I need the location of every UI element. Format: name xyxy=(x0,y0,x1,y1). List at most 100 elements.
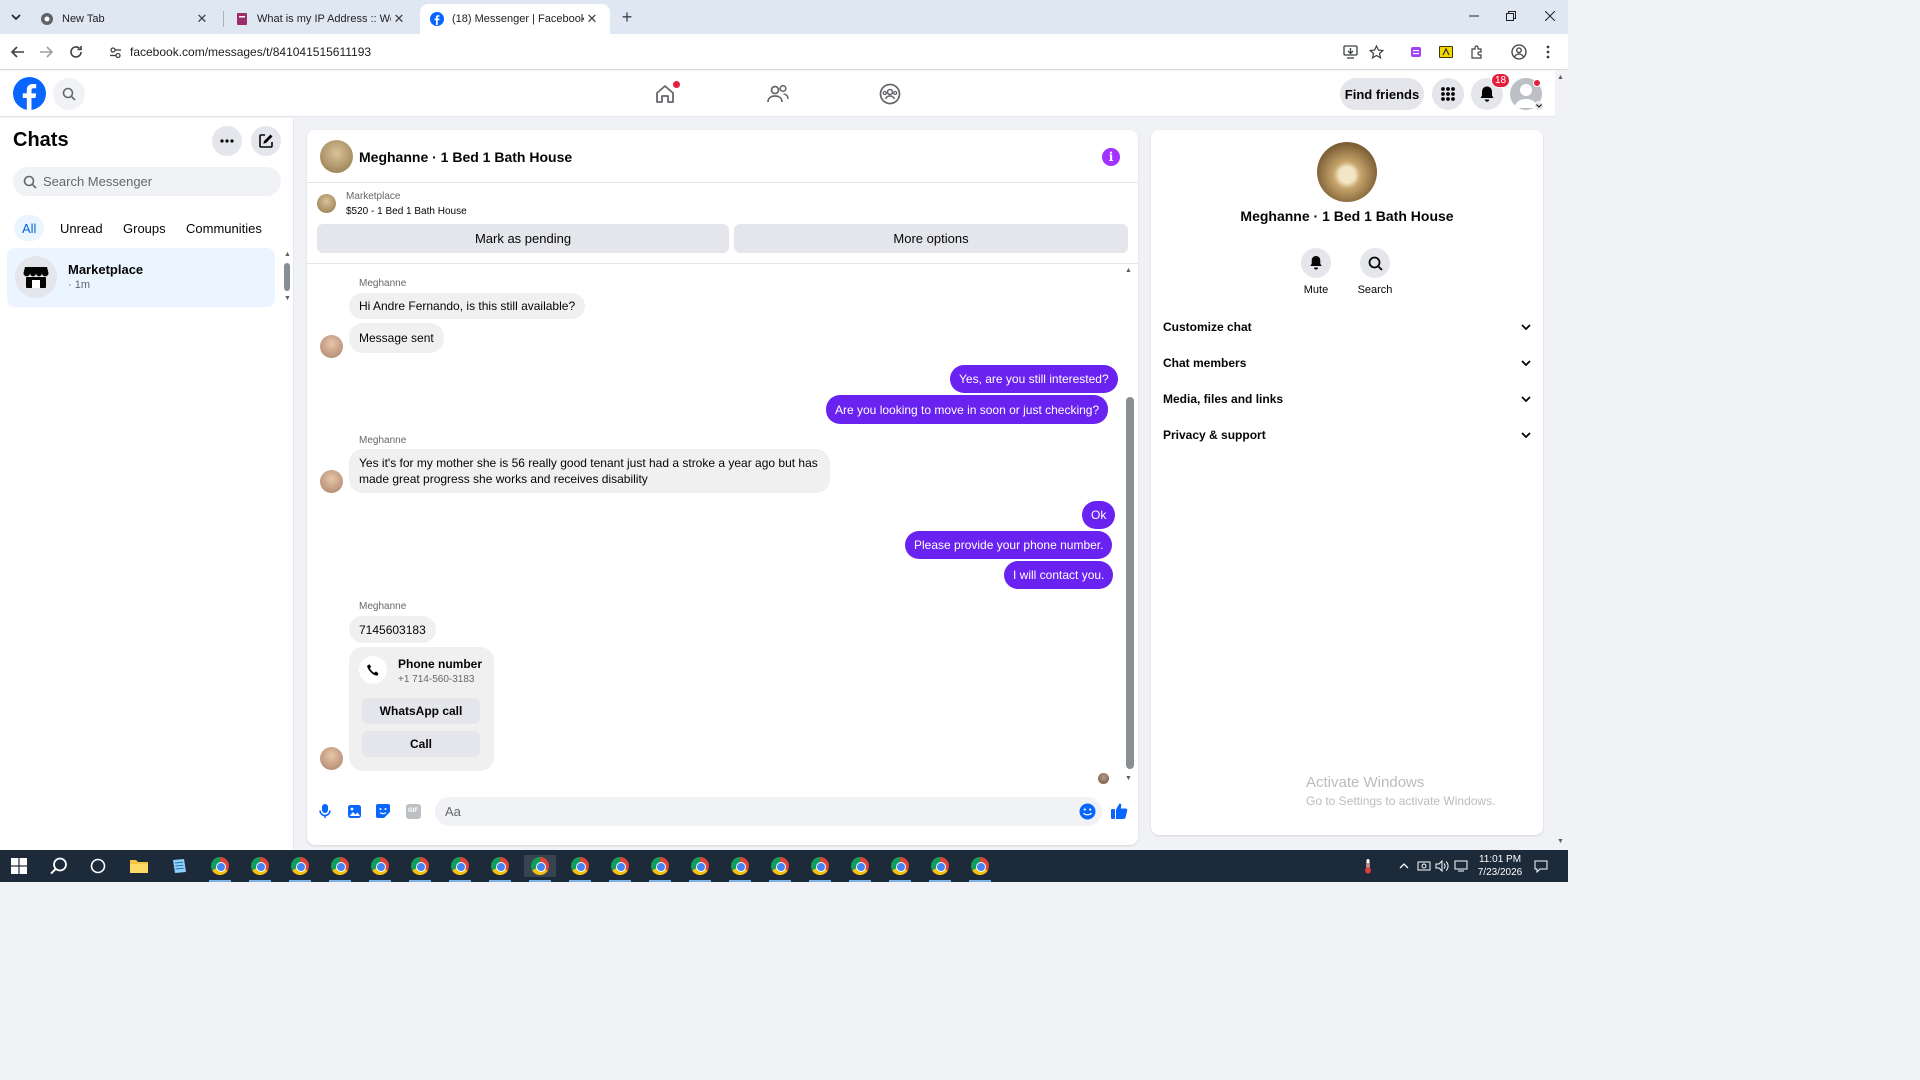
conversation-avatar[interactable] xyxy=(320,140,353,173)
nav-groups[interactable] xyxy=(877,81,903,107)
browser-tab-ip-address[interactable]: What is my IP Address :: WebBr ✕ xyxy=(225,4,417,34)
listing-thumbnail[interactable] xyxy=(317,194,336,213)
site-info-icon[interactable] xyxy=(106,43,124,61)
sticker-button[interactable] xyxy=(373,801,393,821)
scroll-up-arrow[interactable]: ▲ xyxy=(1125,267,1132,274)
minimize-button[interactable] xyxy=(1459,6,1489,26)
chats-scrollbar-thumb[interactable] xyxy=(284,263,290,291)
browser-tab-new-tab[interactable]: New Tab ✕ xyxy=(30,4,220,34)
notepad-app-button[interactable] xyxy=(168,855,190,877)
scroll-down-arrow[interactable]: ▼ xyxy=(284,295,291,302)
close-window-button[interactable] xyxy=(1535,6,1565,26)
account-menu-chevron[interactable] xyxy=(1534,101,1544,111)
sender-avatar[interactable] xyxy=(320,470,343,493)
customize-chat-section[interactable]: Customize chat xyxy=(1163,314,1531,340)
whatsapp-call-button[interactable]: WhatsApp call xyxy=(362,698,480,724)
show-hidden-icons[interactable] xyxy=(1396,858,1412,874)
restore-button[interactable] xyxy=(1496,6,1526,26)
chrome-taskbar-icon[interactable] xyxy=(209,855,231,877)
incoming-message[interactable]: 7145603183 xyxy=(349,616,436,643)
forward-button[interactable] xyxy=(36,42,56,62)
bookmark-star-icon[interactable] xyxy=(1367,43,1385,61)
mute-button[interactable] xyxy=(1301,248,1331,278)
facebook-logo[interactable] xyxy=(13,77,46,110)
chat-list-item[interactable]: Marketplace · 1m xyxy=(7,248,275,307)
incoming-message[interactable]: Message sent xyxy=(349,323,444,353)
chrome-taskbar-icon[interactable] xyxy=(249,855,271,877)
browser-profile-icon[interactable] xyxy=(1510,43,1528,61)
chrome-taskbar-icon[interactable] xyxy=(329,855,351,877)
extension-purple-icon[interactable] xyxy=(1407,43,1425,61)
voice-clip-button[interactable] xyxy=(315,801,335,821)
nav-friends[interactable] xyxy=(765,81,791,107)
outgoing-message[interactable]: Ok xyxy=(1082,501,1116,529)
taskbar-search-button[interactable] xyxy=(48,855,70,877)
install-app-icon[interactable] xyxy=(1341,43,1359,61)
filter-unread[interactable]: Unread xyxy=(52,215,111,241)
meet-now-tray-icon[interactable] xyxy=(1416,858,1432,874)
chrome-taskbar-icon[interactable] xyxy=(889,855,911,877)
temperature-tray-icon[interactable] xyxy=(1360,858,1376,874)
message-text-field[interactable] xyxy=(445,804,1045,819)
scroll-down-arrow[interactable]: ▼ xyxy=(1125,775,1132,782)
chrome-taskbar-icon[interactable] xyxy=(569,855,591,877)
chrome-taskbar-icon[interactable] xyxy=(449,855,471,877)
messenger-search[interactable] xyxy=(13,167,281,196)
address-bar[interactable]: facebook.com/messages/t/841041515611193 xyxy=(100,39,1400,65)
page-scroll-up-arrow[interactable]: ▲ xyxy=(1557,74,1564,81)
thread-scrollbar-thumb[interactable] xyxy=(1126,397,1134,769)
filter-communities[interactable]: Communities xyxy=(178,215,270,241)
outgoing-message[interactable]: Please provide your phone number. xyxy=(905,531,1113,559)
facebook-search-button[interactable] xyxy=(53,78,85,110)
chrome-taskbar-icon[interactable] xyxy=(649,855,671,877)
chrome-taskbar-icon[interactable] xyxy=(929,855,951,877)
scroll-up-arrow[interactable]: ▲ xyxy=(284,251,291,258)
media-files-links-section[interactable]: Media, files and links xyxy=(1163,386,1531,412)
close-tab-icon[interactable]: ✕ xyxy=(391,11,407,27)
conversation-title[interactable]: Meghanne · 1 Bed 1 Bath House xyxy=(359,149,572,165)
chrome-taskbar-icon[interactable] xyxy=(729,855,751,877)
chat-members-section[interactable]: Chat members xyxy=(1163,350,1531,376)
chrome-taskbar-icon[interactable] xyxy=(769,855,791,877)
outgoing-message[interactable]: Yes, are you still interested? xyxy=(950,365,1118,393)
emoji-button[interactable] xyxy=(1077,801,1097,821)
browser-tab-messenger[interactable]: (18) Messenger | Facebook ✕ xyxy=(420,4,610,34)
chrome-taskbar-icon[interactable] xyxy=(809,855,831,877)
find-friends-button[interactable]: Find friends xyxy=(1340,78,1424,110)
filter-all[interactable]: All xyxy=(14,215,45,241)
new-message-button[interactable] xyxy=(251,126,281,156)
sender-avatar[interactable] xyxy=(320,335,343,358)
chats-options-button[interactable] xyxy=(212,126,242,156)
outgoing-message[interactable]: Are you looking to move in soon or just … xyxy=(826,395,1109,424)
file-explorer-button[interactable] xyxy=(128,855,150,877)
back-button[interactable] xyxy=(8,42,28,62)
search-in-conversation-button[interactable] xyxy=(1360,248,1390,278)
extensions-puzzle-icon[interactable] xyxy=(1467,43,1485,61)
chrome-taskbar-icon[interactable] xyxy=(489,855,511,877)
close-tab-icon[interactable]: ✕ xyxy=(584,11,600,27)
more-options-button[interactable]: More options xyxy=(734,224,1128,253)
volume-tray-icon[interactable] xyxy=(1434,858,1450,874)
listing-title[interactable]: $520 - 1 Bed 1 Bath House xyxy=(346,206,467,217)
outgoing-message[interactable]: I will contact you. xyxy=(1004,561,1114,589)
call-button[interactable]: Call xyxy=(362,731,480,757)
chrome-taskbar-icon[interactable] xyxy=(409,855,431,877)
action-center-button[interactable] xyxy=(1533,858,1549,874)
chrome-taskbar-icon[interactable] xyxy=(289,855,311,877)
system-clock[interactable]: 11:01 PM 7/23/2026 xyxy=(1470,853,1530,879)
chrome-taskbar-icon[interactable] xyxy=(969,855,991,877)
network-tray-icon[interactable] xyxy=(1453,858,1469,874)
like-button[interactable] xyxy=(1109,801,1129,821)
chrome-taskbar-icon[interactable] xyxy=(689,855,711,877)
conversation-info-button[interactable]: i xyxy=(1102,148,1120,166)
mark-as-pending-button[interactable]: Mark as pending xyxy=(317,224,729,253)
page-scroll-down-arrow[interactable]: ▼ xyxy=(1557,838,1564,845)
extension-yellow-icon[interactable] xyxy=(1437,43,1455,61)
tab-search-button[interactable] xyxy=(6,8,26,26)
chrome-taskbar-icon[interactable] xyxy=(369,855,391,877)
menu-button[interactable] xyxy=(1432,78,1464,110)
conversation-photo[interactable] xyxy=(1317,142,1377,202)
chrome-taskbar-icon[interactable] xyxy=(609,855,631,877)
close-tab-icon[interactable]: ✕ xyxy=(194,11,210,27)
gif-button[interactable]: GIF xyxy=(403,801,423,821)
